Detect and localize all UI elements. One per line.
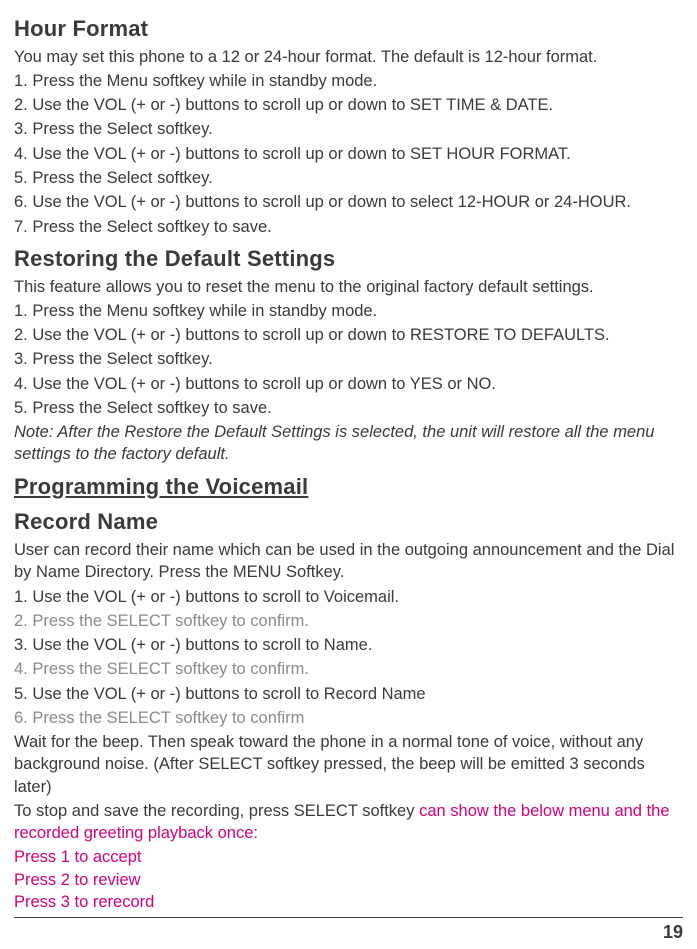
- hour-format-intro: You may set this phone to a 12 or 24-hou…: [14, 46, 683, 68]
- restore-step: 2. Use the VOL (+ or -) buttons to scrol…: [14, 324, 683, 346]
- record-name-step: 4. Press the SELECT softkey to confirm.: [14, 658, 683, 680]
- record-name-intro: User can record their name which can be …: [14, 539, 683, 584]
- record-name-step: 1. Use the VOL (+ or -) buttons to scrol…: [14, 586, 683, 608]
- record-name-steps: 1. Use the VOL (+ or -) buttons to scrol…: [14, 586, 683, 730]
- restore-step: 1. Press the Menu softkey while in stand…: [14, 300, 683, 322]
- hour-format-step: 3. Press the Select softkey.: [14, 118, 683, 140]
- hour-format-step: 2. Use the VOL (+ or -) buttons to scrol…: [14, 94, 683, 116]
- record-name-stop: To stop and save the recording, press SE…: [14, 800, 683, 845]
- restore-step: 3. Press the Select softkey.: [14, 348, 683, 370]
- page-footer: 19: [14, 917, 683, 944]
- hour-format-step: 5. Press the Select softkey.: [14, 167, 683, 189]
- magenta-option: Press 2 to review: [14, 869, 683, 891]
- hour-format-step: 6. Use the VOL (+ or -) buttons to scrol…: [14, 191, 683, 213]
- hour-format-steps: 1. Press the Menu softkey while in stand…: [14, 70, 683, 238]
- restore-heading: Restoring the Default Settings: [14, 244, 683, 274]
- magenta-options: Press 1 to acceptPress 2 to reviewPress …: [14, 846, 683, 913]
- record-name-step: 2. Press the SELECT softkey to confirm.: [14, 610, 683, 632]
- record-name-step: 6. Press the SELECT softkey to confirm: [14, 707, 683, 729]
- voicemail-heading: Programming the Voicemail: [14, 472, 683, 502]
- hour-format-step: 7. Press the Select softkey to save.: [14, 216, 683, 238]
- restore-intro: This feature allows you to reset the men…: [14, 276, 683, 298]
- page-number: 19: [663, 922, 683, 942]
- record-name-wait: Wait for the beep. Then speak toward the…: [14, 731, 683, 798]
- hour-format-step: 4. Use the VOL (+ or -) buttons to scrol…: [14, 143, 683, 165]
- record-name-step: 5. Use the VOL (+ or -) buttons to scrol…: [14, 683, 683, 705]
- record-name-step: 3. Use the VOL (+ or -) buttons to scrol…: [14, 634, 683, 656]
- magenta-option: Press 1 to accept: [14, 846, 683, 868]
- record-name-heading: Record Name: [14, 507, 683, 537]
- stop-prefix-text: To stop and save the recording, press SE…: [14, 802, 419, 820]
- hour-format-heading: Hour Format: [14, 14, 683, 44]
- hour-format-step: 1. Press the Menu softkey while in stand…: [14, 70, 683, 92]
- restore-note: Note: After the Restore the Default Sett…: [14, 421, 683, 466]
- magenta-option: Press 3 to rerecord: [14, 891, 683, 913]
- restore-step: 5. Press the Select softkey to save.: [14, 397, 683, 419]
- restore-steps: 1. Press the Menu softkey while in stand…: [14, 300, 683, 419]
- restore-step: 4. Use the VOL (+ or -) buttons to scrol…: [14, 373, 683, 395]
